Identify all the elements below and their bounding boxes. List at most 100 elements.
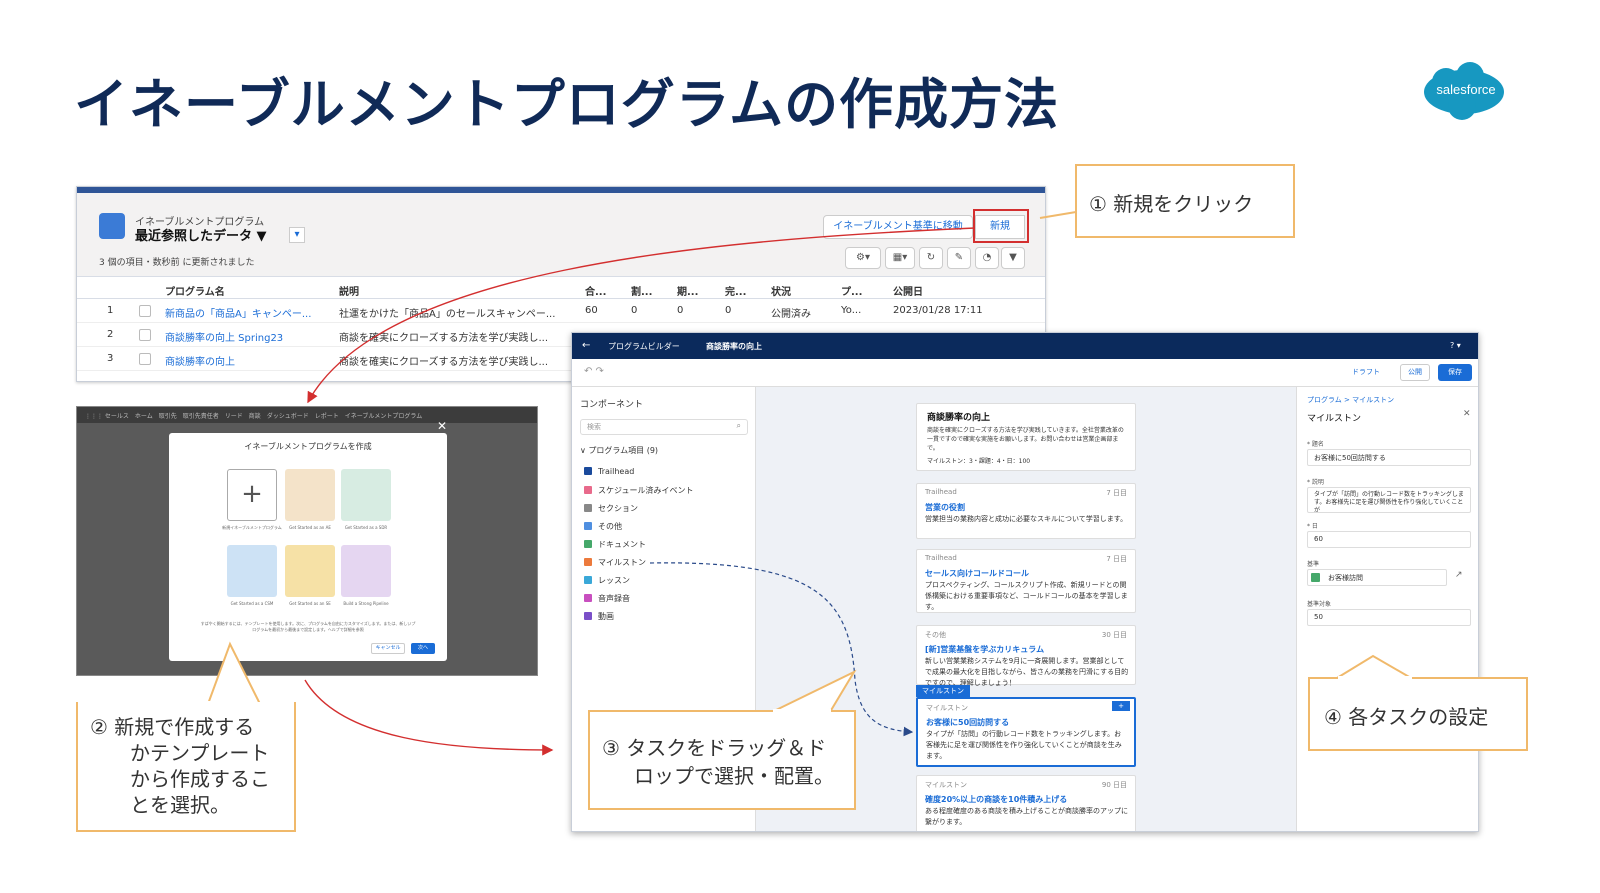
component-section[interactable]: セクション — [584, 503, 638, 514]
program-item-card[interactable]: Trailhead 7 日目 営業の役割 営業担当の業務内容と成功に必要なスキル… — [916, 483, 1136, 539]
item-day: 7 日目 — [1106, 489, 1127, 497]
add-icon[interactable]: + — [1112, 701, 1130, 711]
table-view-icon[interactable]: ▦▾ — [885, 247, 915, 269]
component-label: 音声録音 — [598, 594, 630, 603]
template-se-tile[interactable] — [285, 545, 335, 597]
item-title[interactable]: お客様に50回訪問する — [926, 717, 1009, 728]
component-other[interactable]: その他 — [584, 521, 622, 532]
row-checkbox[interactable] — [139, 305, 151, 317]
name-field[interactable]: お客様に50回訪問する — [1307, 449, 1471, 466]
help-menu[interactable]: ? ▾ — [1450, 341, 1461, 350]
template-sdr-tile[interactable] — [341, 469, 391, 521]
callout-2-join — [205, 701, 257, 704]
program-card-desc: 商談を確実にクローズする方法を学び実践していきます。全社営業改革の一貫ですので確… — [927, 427, 1124, 452]
template-ae-tile[interactable] — [285, 469, 335, 521]
item-day: 7 日目 — [1106, 555, 1127, 563]
new-program-tile[interactable]: + — [227, 469, 277, 521]
callout-1: ① 新規をクリック — [1075, 164, 1295, 238]
component-label: レッスン — [598, 576, 630, 585]
edit-icon[interactable]: ✎ — [947, 247, 971, 269]
list-view-selector[interactable]: 最近参照したデータ ▼ — [135, 225, 267, 244]
program-summary-card[interactable]: 商談勝率の向上 商談を確実にクローズする方法を学び実践していきます。全社営業改革… — [916, 403, 1136, 471]
program-link[interactable]: 商談勝率の向上 — [165, 353, 235, 368]
template-pipeline-tile[interactable] — [341, 545, 391, 597]
program-item-card[interactable]: マイルストン 90 日目 確度20%以上の商談を10件積み上げる ある程度確度の… — [916, 775, 1136, 831]
filter-icon[interactable]: ▼ — [1001, 247, 1025, 269]
event-icon — [584, 486, 592, 494]
col-c2[interactable]: 割... — [631, 283, 652, 298]
table-row: 1 新商品の「商品A」キャンペー... 社運をかけた「商品A」のセールスキャンペ… — [77, 299, 1045, 323]
row-date: 2023/01/28 17:11 — [893, 305, 983, 316]
callout-2-line: から作成するこ — [130, 767, 270, 791]
day-label: * 日 — [1307, 523, 1318, 530]
items-section[interactable]: ∨ プログラム項目 (9) — [580, 445, 658, 456]
component-video[interactable]: 動画 — [584, 611, 614, 622]
col-p[interactable]: プ... — [841, 283, 862, 298]
builder-toolbar: ↶ ↷ ドラフト 公開 保存 — [572, 359, 1478, 387]
col-desc[interactable]: 説明 — [339, 283, 359, 298]
col-name[interactable]: プログラム名 — [165, 283, 225, 298]
component-milestone[interactable]: マイルストン — [584, 557, 646, 568]
item-title[interactable]: 確度20%以上の商談を10件積み上げる — [925, 794, 1067, 805]
trailhead-icon — [584, 467, 592, 475]
component-label: その他 — [598, 522, 622, 531]
callout-3-line: ロップで選択・配置。 — [634, 764, 834, 788]
modal-title: イネーブルメントプログラムを作成 — [244, 442, 372, 451]
undo-icon[interactable]: ↶ ↷ — [584, 366, 604, 377]
description-textarea[interactable]: タイプが「訪問」の行動レコード数をトラッキングします。お客様先に足を運び関係性を… — [1307, 487, 1471, 513]
breadcrumb[interactable]: プログラム > マイルストン — [1307, 395, 1394, 405]
component-trailhead[interactable]: Trailhead — [584, 467, 634, 476]
callout-2-line: かテンプレート — [130, 741, 270, 765]
publish-button[interactable]: 公開 — [1400, 364, 1430, 381]
panel-heading: マイルストン — [1307, 414, 1362, 424]
save-button[interactable]: 保存 — [1438, 364, 1472, 381]
col-date[interactable]: 公開日 — [893, 283, 923, 298]
target-field[interactable]: 50 — [1307, 609, 1471, 626]
day-field[interactable]: 60 — [1307, 531, 1471, 548]
next-button[interactable]: 次へ — [411, 643, 435, 654]
program-link[interactable]: 新商品の「商品A」キャンペー... — [165, 305, 311, 320]
program-card-stats: マイルストン：3・課題：4・日：100 — [927, 458, 1031, 465]
dropped-milestone-card[interactable]: マイルストン + お客様に50回訪問する タイプが「訪問」の行動レコード数をトラ… — [916, 697, 1136, 767]
program-link[interactable]: 商談勝率の向上 Spring23 — [165, 329, 283, 344]
row-c2: 0 — [631, 305, 638, 316]
component-document[interactable]: ドキュメント — [584, 539, 646, 550]
col-c1[interactable]: 合... — [585, 283, 606, 298]
chart-icon[interactable]: ◔ — [975, 247, 999, 269]
item-title[interactable]: セールス向けコールドコール — [925, 568, 1029, 579]
program-item-card[interactable]: その他 30 日目 [新]営業基盤を学ぶカリキュラム 新しい営業業務システムを9… — [916, 625, 1136, 687]
metric-lookup[interactable]: お客様訪問 — [1307, 569, 1447, 586]
pin-icon[interactable]: ▾ — [289, 227, 305, 243]
list-header: イネーブルメントプログラム 最近参照したデータ ▼ ▾ 3 個の項目・数秒前 に… — [77, 193, 1045, 277]
open-record-icon[interactable]: ↗ — [1455, 570, 1463, 580]
highlight-box — [973, 209, 1029, 243]
go-to-metrics-button[interactable]: イネーブルメント基準に移動 — [823, 215, 973, 239]
row-desc: 商談を確実にクローズする方法を学び実践し... — [339, 357, 549, 368]
other-icon — [584, 522, 592, 530]
draft-status: ドラフト — [1352, 368, 1380, 376]
cancel-button[interactable]: キャンセル — [371, 643, 405, 654]
template-csm-tile[interactable] — [227, 545, 277, 597]
col-c4[interactable]: 完... — [725, 283, 746, 298]
component-event[interactable]: スケジュール済みイベント — [584, 485, 693, 496]
back-icon[interactable]: ← — [582, 340, 590, 351]
row-number: 3 — [107, 353, 114, 364]
close-icon[interactable]: ✕ — [437, 419, 447, 433]
component-audio[interactable]: 音声録音 — [584, 593, 630, 604]
refresh-icon[interactable]: ↻ — [919, 247, 943, 269]
component-search[interactable]: 検索 ⌕ — [580, 419, 748, 435]
col-status[interactable]: 状況 — [771, 283, 791, 298]
row-checkbox[interactable] — [139, 329, 151, 341]
program-object-icon — [99, 213, 125, 239]
row-c4: 0 — [725, 305, 732, 316]
close-icon[interactable]: ✕ — [1463, 409, 1471, 419]
component-lesson[interactable]: レッスン — [584, 575, 630, 586]
item-title[interactable]: [新]営業基盤を学ぶカリキュラム — [925, 644, 1044, 655]
section-icon — [584, 504, 592, 512]
col-c3[interactable]: 期... — [677, 283, 698, 298]
callout-3-pointer — [771, 669, 857, 713]
settings-icon[interactable]: ⚙▾ — [845, 247, 881, 269]
item-title[interactable]: 営業の役割 — [925, 502, 965, 513]
program-item-card[interactable]: Trailhead 7 日目 セールス向けコールドコール プロスペクティング、コ… — [916, 549, 1136, 613]
row-checkbox[interactable] — [139, 353, 151, 365]
